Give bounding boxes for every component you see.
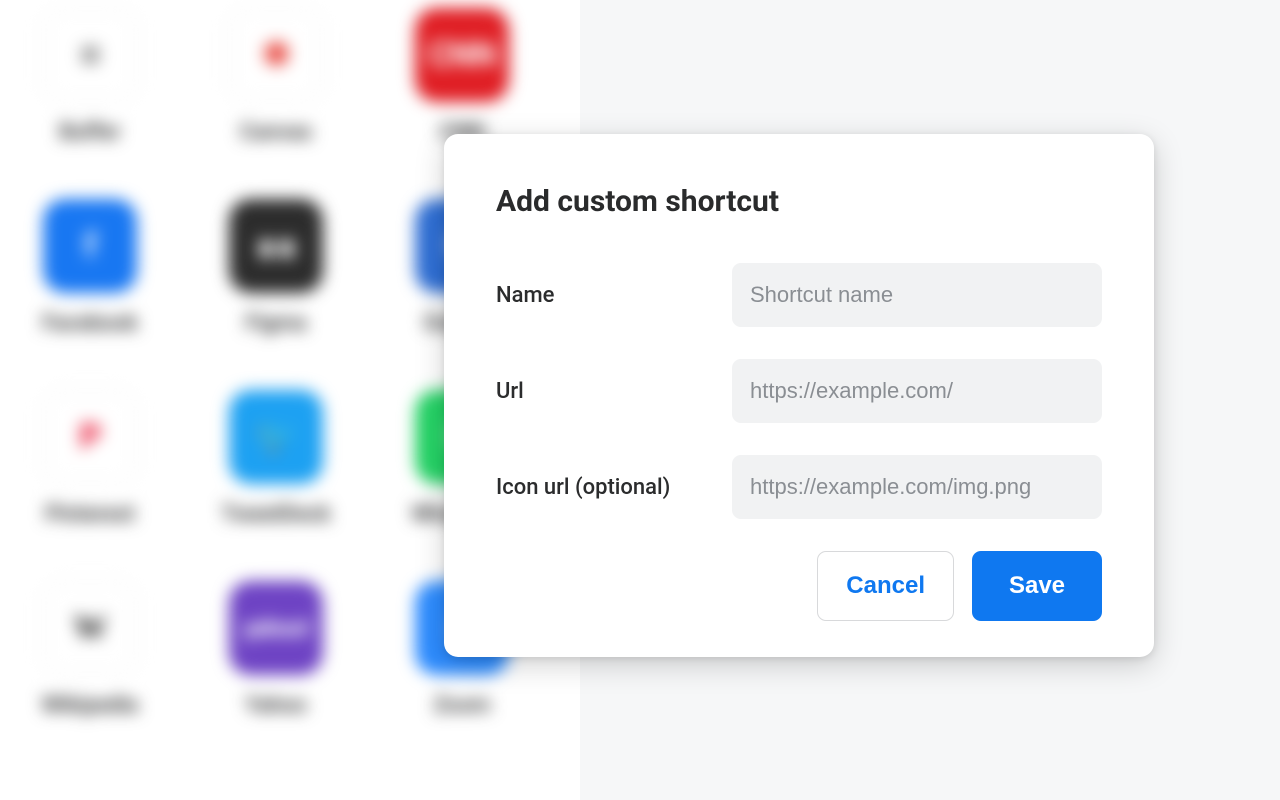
dialog-title: Add custom shortcut [496,184,1102,219]
save-button[interactable]: Save [972,551,1102,621]
facebook-icon: f [43,199,137,293]
url-label: Url [496,379,732,404]
shortcut-item[interactable]: ∎∎ Figma [186,199,366,336]
shortcut-label: TweetDeck [221,502,331,527]
name-input[interactable] [732,263,1102,327]
figma-icon: ∎∎ [229,199,323,293]
shortcut-item[interactable]: P Pinterest [0,390,180,527]
dialog-actions: Cancel Save [496,551,1102,621]
iconurl-input[interactable] [732,455,1102,519]
shortcut-label: Buffer [59,120,120,145]
name-label: Name [496,283,732,308]
pinterest-icon: P [43,390,137,484]
cnn-icon: CNN [415,8,509,102]
shortcut-item[interactable]: CNN CNN [372,8,552,145]
url-input[interactable] [732,359,1102,423]
iconurl-label: Icon url (optional) [496,475,732,500]
shortcut-label: Wikipedia [42,693,139,718]
shortcut-item[interactable]: f Facebook [0,199,180,336]
yahoo-icon: yahoo! [229,581,323,675]
canvas-icon: ✱ [229,8,323,102]
form-row-iconurl: Icon url (optional) [496,455,1102,519]
shortcut-label: Facebook [42,311,138,336]
add-shortcut-dialog: Add custom shortcut Name Url Icon url (o… [444,134,1154,657]
shortcut-label: Yahoo [245,693,307,718]
shortcut-item[interactable]: ✱ Canvas [186,8,366,145]
wikipedia-icon: W [43,581,137,675]
form-row-name: Name [496,263,1102,327]
shortcut-item[interactable]: yahoo! Yahoo [186,581,366,718]
shortcut-label: Zoom [433,693,490,718]
shortcut-label: Canvas [240,120,312,145]
form-row-url: Url [496,359,1102,423]
buffer-icon: ≡ [43,8,137,102]
shortcut-label: Pinterest [45,502,135,527]
shortcut-label: Figma [245,311,306,336]
cancel-button[interactable]: Cancel [817,551,954,621]
shortcut-item[interactable]: 🐦 TweetDeck [186,390,366,527]
shortcut-item[interactable]: ≡ Buffer [0,8,180,145]
tweetdeck-icon: 🐦 [229,390,323,484]
shortcut-item[interactable]: W Wikipedia [0,581,180,718]
